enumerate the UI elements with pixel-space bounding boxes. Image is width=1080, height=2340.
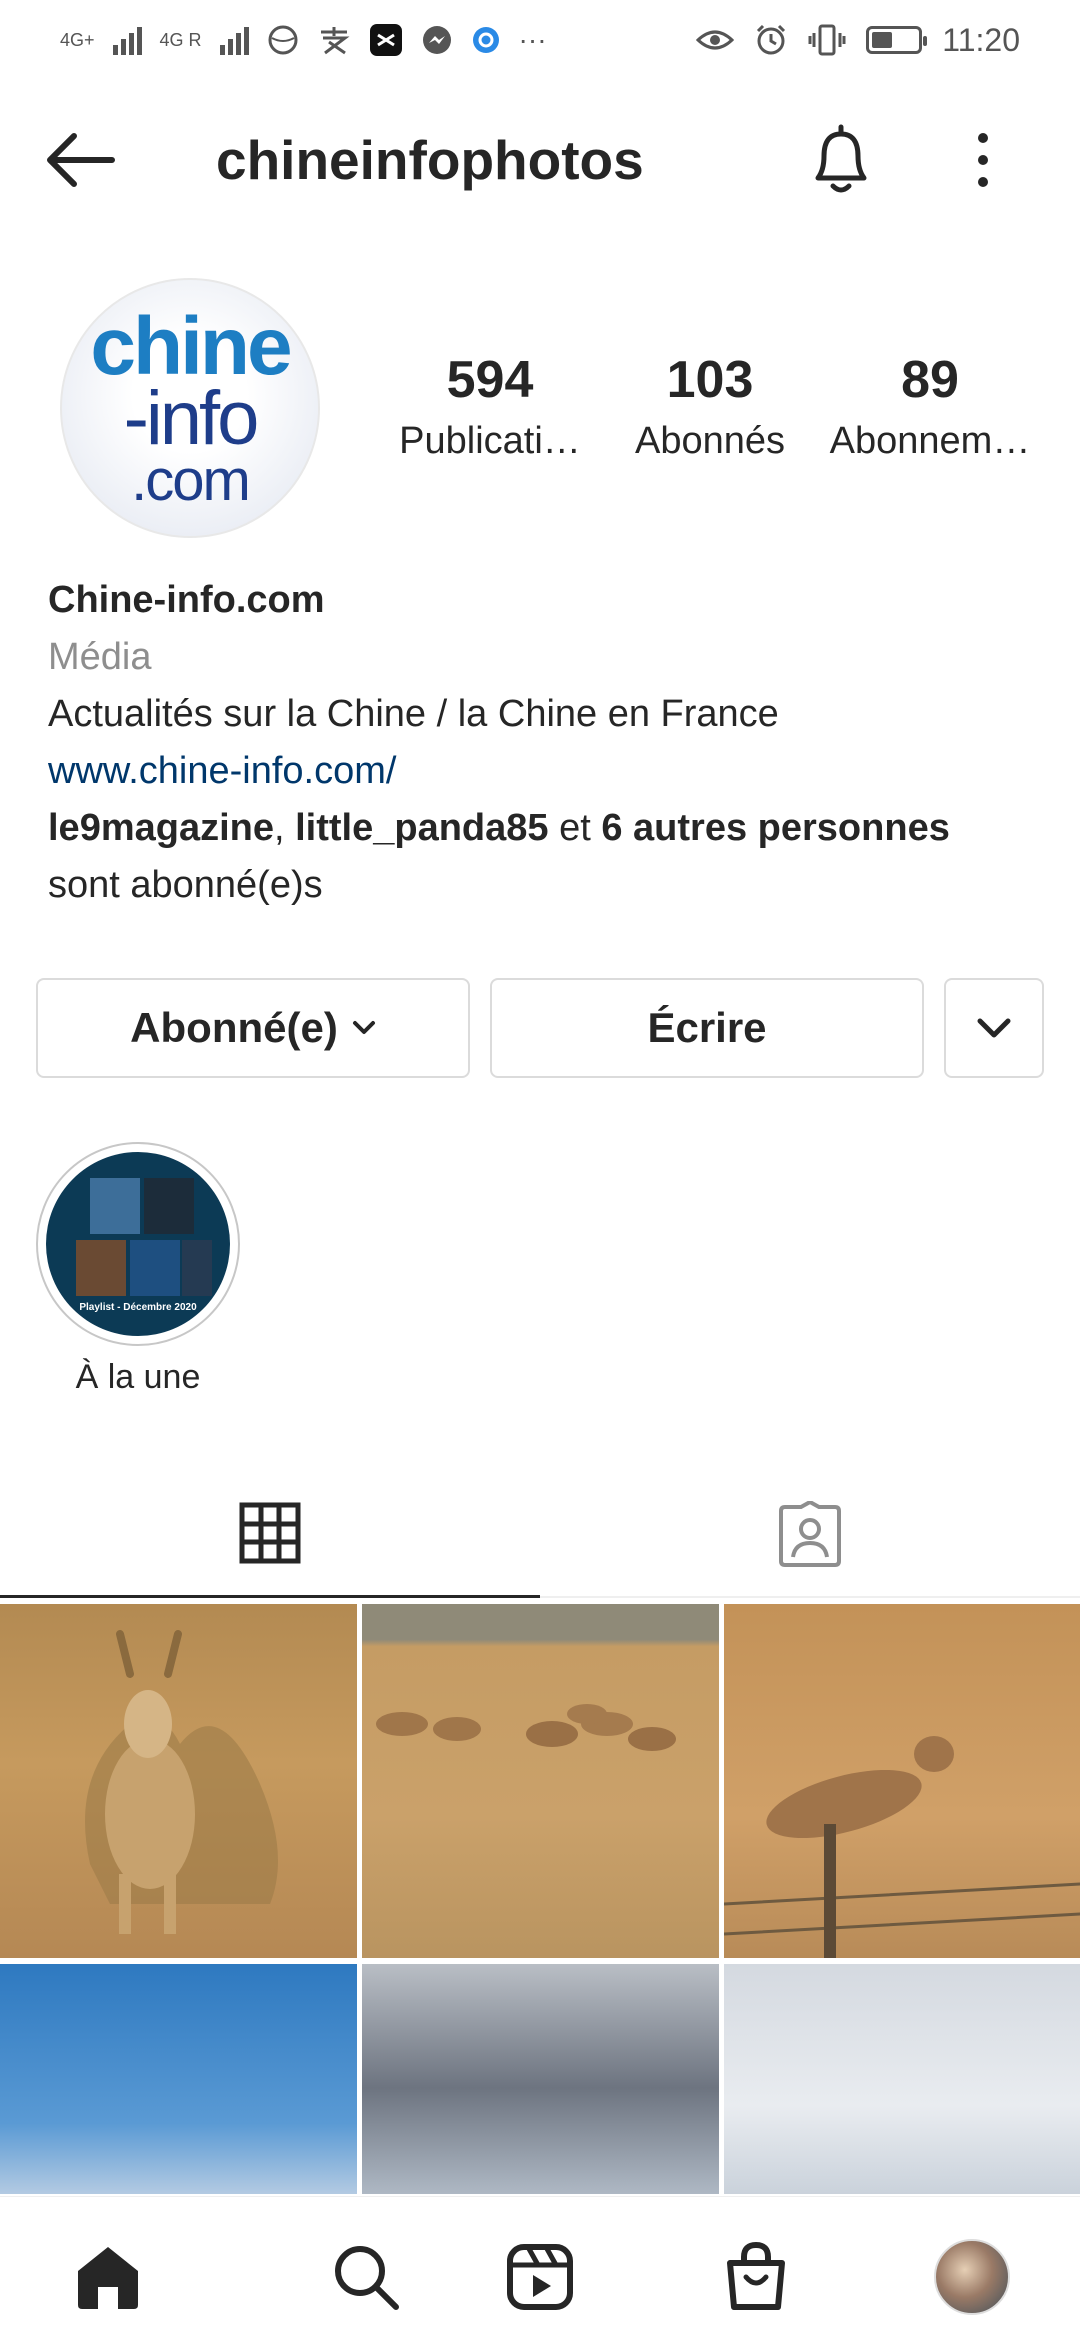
bell-icon[interactable]: [806, 122, 876, 198]
battery-icon: [866, 26, 928, 54]
chevron-down-icon: [977, 1018, 1011, 1038]
following-button[interactable]: Abonné(e): [36, 978, 470, 1078]
following-button-label: Abonné(e): [130, 1004, 338, 1051]
profile-category: Média: [48, 636, 152, 678]
stat-posts-label: Publicati…: [399, 420, 581, 462]
more-notifications: ···: [518, 24, 547, 55]
chevron-down-icon: [352, 1021, 375, 1034]
app-icon: [472, 27, 499, 53]
shopping-bag-icon: [727, 2241, 785, 2310]
stat-posts-count: 594: [446, 351, 534, 409]
bottom-navigation: [0, 2196, 1080, 2340]
vertical-dots-icon[interactable]: [968, 130, 998, 190]
avatar-logo-line-3: .com: [131, 447, 251, 513]
post-thumbnail[interactable]: [724, 1964, 1080, 2194]
nav-home[interactable]: [68, 2237, 148, 2317]
alipay-icon: [320, 27, 350, 55]
network-type-1: 4G+: [60, 29, 95, 50]
eye-icon: [696, 30, 735, 50]
profile-tabs: [0, 1470, 1080, 1598]
followed-by-suffix: sont abonné(e)s: [48, 864, 323, 906]
home-icon: [78, 2247, 138, 2309]
globe-icon: [268, 25, 298, 55]
profile-bio: Chine-info.com Média Actualités sur la C…: [48, 572, 1048, 914]
avatar: [934, 2239, 1010, 2315]
tab-tagged[interactable]: [540, 1470, 1080, 1598]
profile-stats: 594 Publicati… 103 Abonnés 89 Abonnem…: [380, 350, 1040, 463]
post-thumbnail[interactable]: [0, 1604, 357, 1958]
stat-followers-count: 103: [666, 351, 754, 409]
highlight-cover-image: Playlist - Décembre 2020: [46, 1152, 230, 1336]
post-thumbnail[interactable]: [0, 1964, 357, 2194]
alarm-icon: [757, 24, 786, 55]
status-left: 4G+ 4G R ···: [60, 23, 547, 57]
profile-description: Actualités sur la Chine / la Chine en Fr…: [48, 693, 779, 735]
followed-by[interactable]: le9magazine, little_panda85 et 6 autres …: [48, 800, 1048, 857]
highlight-label: À la une: [75, 1358, 201, 1396]
post-thumbnail[interactable]: [362, 1964, 719, 2194]
tagged-person-icon: [779, 1501, 841, 1567]
status-right: 11:20: [696, 22, 1020, 59]
profile-avatar[interactable]: chine -info .com: [60, 278, 320, 538]
clock: 11:20: [942, 21, 1020, 58]
arrow-left-icon[interactable]: [44, 130, 116, 190]
follower-name-2: little_panda85: [295, 807, 549, 849]
stat-following-count: 89: [901, 351, 959, 409]
capcut-icon: [369, 24, 402, 56]
nav-shop[interactable]: [716, 2237, 796, 2317]
avatar-logo-line-2: -info: [123, 376, 260, 462]
stat-following[interactable]: 89 Abonnem…: [820, 350, 1040, 463]
profile-username: chineinfophotos: [216, 129, 644, 191]
message-button-label: Écrire: [647, 1004, 767, 1051]
reels-icon: [507, 2244, 573, 2310]
messenger-icon: [422, 26, 451, 54]
tab-posts-grid[interactable]: [0, 1470, 540, 1598]
nav-profile[interactable]: [932, 2237, 1012, 2317]
stat-following-label: Abonnem…: [829, 420, 1031, 462]
stat-posts[interactable]: 594 Publicati…: [380, 350, 600, 463]
profile-website-link[interactable]: www.chine-info.com/: [48, 743, 1048, 800]
signal-icon-2: [219, 25, 249, 55]
post-thumbnail[interactable]: [362, 1604, 719, 1958]
status-bar: 4G+ 4G R ··· 11:20: [0, 0, 1080, 80]
post-thumbnail[interactable]: [724, 1604, 1080, 1958]
post-image-antelope-standing: [85, 1630, 278, 1934]
stat-followers[interactable]: 103 Abonnés: [600, 350, 820, 463]
nav-reels[interactable]: [500, 2237, 580, 2317]
grid-icon: [239, 1502, 301, 1563]
battery-fill: [872, 32, 893, 48]
suggestions-button[interactable]: [944, 978, 1044, 1078]
message-button[interactable]: Écrire: [490, 978, 924, 1078]
vibrate-icon: [808, 24, 846, 56]
nav-search[interactable]: [326, 2237, 406, 2317]
follower-sep: ,: [274, 807, 296, 849]
search-icon: [335, 2246, 399, 2310]
follower-others: 6 autres personnes: [601, 807, 950, 849]
highlight-cover-caption: Playlist - Décembre 2020: [79, 1302, 197, 1313]
post-image-antelope-herd: [376, 1704, 676, 1751]
posts-grid: [0, 1604, 1080, 2194]
profile-header-bar: chineinfophotos: [0, 100, 1080, 220]
follower-and: et: [548, 807, 602, 849]
network-type-2: 4G R: [159, 29, 202, 50]
post-image-antelope-jumping: [724, 1736, 1080, 1958]
story-highlight[interactable]: Playlist - Décembre 2020: [36, 1142, 240, 1346]
profile-display-name: Chine-info.com: [48, 579, 325, 621]
signal-icon: [112, 25, 142, 55]
stat-followers-label: Abonnés: [634, 420, 785, 462]
follower-name-1: le9magazine: [48, 807, 274, 849]
avatar-logo-line-1: chine: [90, 300, 292, 392]
